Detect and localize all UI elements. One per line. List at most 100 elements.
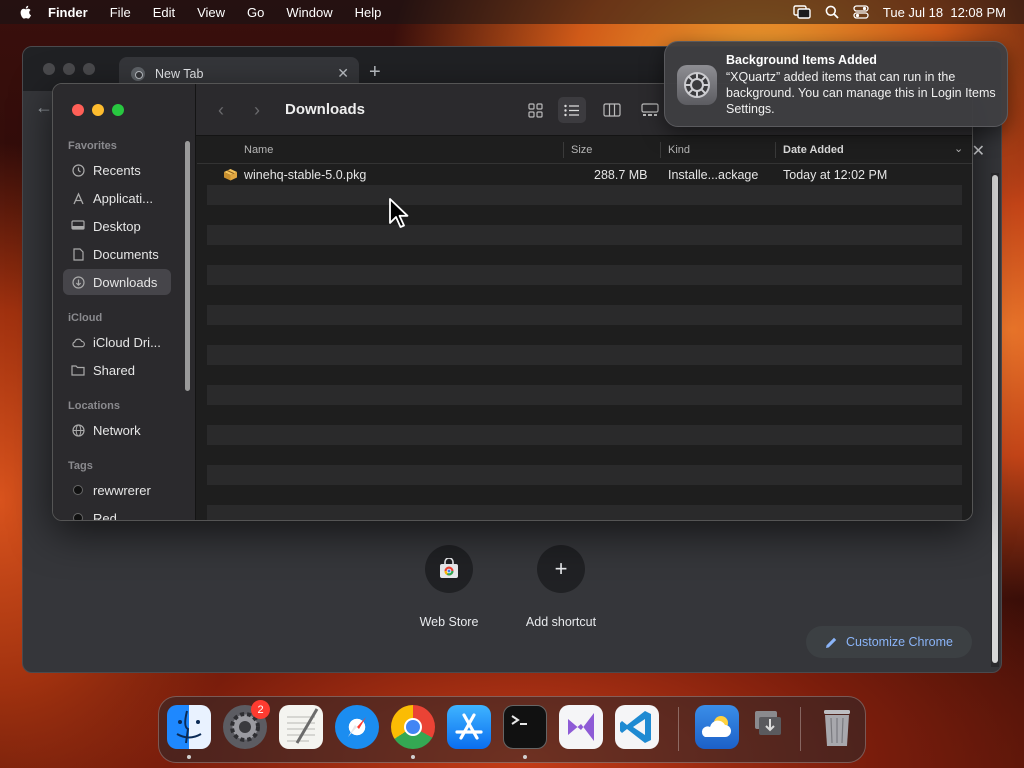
sidebar-item-icloud-drive[interactable]: iCloud Dri... [63, 329, 171, 355]
chrome-panel-close-icon[interactable]: ✕ [972, 141, 985, 161]
back-chevron-icon[interactable]: ‹ [218, 100, 224, 121]
running-indicator [187, 755, 191, 759]
download-icon [71, 275, 85, 289]
gallery-view-icon[interactable] [636, 97, 664, 123]
empty-row [207, 265, 962, 285]
empty-row [207, 425, 962, 445]
empty-row [207, 245, 962, 265]
column-header-date-added[interactable]: Date Added [783, 144, 844, 156]
new-tab-plus-icon[interactable]: + [369, 61, 381, 84]
sidebar-scrollbar[interactable] [185, 141, 190, 391]
document-icon [71, 247, 85, 261]
chrome-scrollbar[interactable] [991, 173, 999, 667]
app-store-icon[interactable] [447, 705, 491, 749]
desktop-icon [71, 219, 85, 233]
list-view-icon[interactable] [558, 97, 586, 123]
empty-row [207, 485, 962, 505]
file-size: 288.7 MB [594, 168, 648, 182]
shortcut-label: Add shortcut [525, 615, 597, 629]
sidebar-item-documents[interactable]: Documents [63, 241, 171, 267]
chrome-back-arrow-icon[interactable]: ← [35, 97, 53, 118]
spotlight-search-icon[interactable] [825, 5, 839, 19]
minimize-button[interactable] [92, 104, 104, 116]
chrome-close-button[interactable] [43, 63, 55, 75]
shared-folder-icon [71, 363, 85, 377]
zoom-button[interactable] [112, 104, 124, 116]
sidebar-item-label: Downloads [93, 274, 158, 290]
menu-clock[interactable]: Tue Jul 18 12:08 PM [883, 5, 1006, 20]
sidebar-item-desktop[interactable]: Desktop [63, 213, 171, 239]
dock-divider [800, 707, 801, 751]
sidebar-item-applications[interactable]: Applicati... [63, 185, 171, 211]
close-button[interactable] [72, 104, 84, 116]
applications-icon [71, 191, 85, 205]
downloads-stack-icon[interactable] [751, 705, 795, 749]
icon-view-icon[interactable] [521, 97, 549, 123]
sidebar-item-label: Documents [93, 246, 159, 262]
screen-mirroring-icon[interactable] [793, 5, 811, 19]
sidebar-item-shared[interactable]: Shared [63, 357, 171, 383]
visual-studio-icon[interactable] [559, 705, 603, 749]
sidebar-header-icloud: iCloud [68, 312, 103, 324]
notification-banner[interactable]: Background Items Added “XQuartz” added i… [664, 41, 1008, 127]
sidebar-item-tag-rewwrerer[interactable]: rewwrerer [63, 477, 171, 503]
apple-menu-icon[interactable] [18, 4, 34, 20]
menu-app-name[interactable]: Finder [48, 5, 88, 20]
file-kind: Installe...ackage [668, 168, 759, 182]
column-divider[interactable] [775, 142, 776, 158]
dock-divider [678, 707, 679, 751]
menu-go[interactable]: Go [247, 5, 264, 20]
chrome-icon[interactable] [391, 705, 435, 749]
menu-view[interactable]: View [197, 5, 225, 20]
empty-row [207, 305, 962, 325]
running-indicator [411, 755, 415, 759]
empty-row [207, 185, 962, 205]
terminal-icon[interactable] [503, 705, 547, 749]
control-center-icon[interactable] [853, 5, 869, 19]
column-header-kind[interactable]: Kind [668, 144, 690, 156]
menu-window[interactable]: Window [286, 5, 332, 20]
empty-row [207, 385, 962, 405]
file-list: Name Size Kind Date Added ⌄ winehq-stabl… [197, 137, 972, 520]
menu-help[interactable]: Help [355, 5, 382, 20]
sidebar-item-label: Shared [93, 362, 135, 378]
chrome-scrollbar-thumb[interactable] [992, 175, 998, 663]
sidebar-item-label: Applicati... [93, 190, 153, 206]
sidebar-item-network[interactable]: Network [63, 417, 171, 443]
shortcut-add[interactable]: + Add shortcut [506, 545, 616, 629]
notification-body: “XQuartz” added items that can run in th… [726, 70, 996, 116]
textedit-icon[interactable] [279, 705, 323, 749]
window-title: Downloads [285, 101, 366, 118]
finder-icon[interactable] [167, 705, 211, 749]
pencil-icon [826, 637, 837, 648]
chrome-tab-favicon-icon [131, 67, 145, 81]
weather-icon[interactable] [695, 705, 739, 749]
tab-close-icon[interactable]: ✕ [337, 65, 349, 82]
sidebar-item-label: rewwrerer [93, 482, 151, 498]
column-header-size[interactable]: Size [571, 144, 592, 156]
empty-row [207, 405, 962, 425]
column-divider[interactable] [563, 142, 564, 158]
chrome-zoom-button[interactable] [83, 63, 95, 75]
file-name: winehq-stable-5.0.pkg [244, 168, 367, 182]
cloud-icon [71, 335, 85, 349]
sidebar-item-tag-red[interactable]: Red [63, 505, 171, 520]
trash-icon[interactable] [815, 705, 859, 749]
column-header-name[interactable]: Name [244, 144, 273, 156]
column-view-icon[interactable] [598, 97, 626, 123]
sidebar-item-recents[interactable]: Recents [63, 157, 171, 183]
table-row[interactable]: winehq-stable-5.0.pkg 288.7 MB Installe.… [207, 165, 962, 185]
sort-chevron-down-icon[interactable]: ⌄ [954, 142, 963, 155]
file-date-added: Today at 12:02 PM [783, 168, 888, 182]
sidebar-item-downloads[interactable]: Downloads [63, 269, 171, 295]
menu-file[interactable]: File [110, 5, 131, 20]
safari-icon[interactable] [335, 705, 379, 749]
chrome-minimize-button[interactable] [63, 63, 75, 75]
customize-chrome-button[interactable]: Customize Chrome [806, 626, 972, 658]
menu-edit[interactable]: Edit [153, 5, 175, 20]
vscode-icon[interactable] [615, 705, 659, 749]
column-divider[interactable] [660, 142, 661, 158]
forward-chevron-icon[interactable]: › [254, 100, 260, 121]
shortcut-web-store[interactable]: Web Store [394, 545, 504, 629]
empty-row [207, 465, 962, 485]
